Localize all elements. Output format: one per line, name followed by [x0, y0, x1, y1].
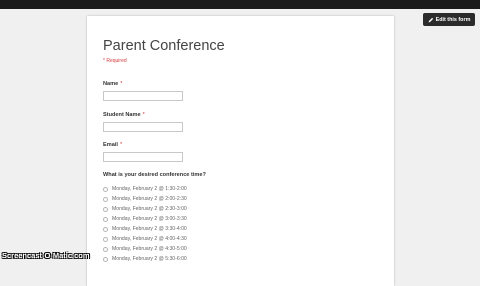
- name-label: Name *: [103, 81, 122, 87]
- radio-option[interactable]: Monday, February 2 @ 3:00-3:30: [103, 214, 187, 224]
- name-input[interactable]: [103, 91, 183, 101]
- conference-time-options: Monday, February 2 @ 1:30-2:00 Monday, F…: [103, 184, 187, 264]
- radio-button[interactable]: [103, 226, 108, 232]
- email-input[interactable]: [103, 152, 183, 162]
- radio-option-label: Monday, February 2 @ 5:30-6:00: [112, 256, 187, 262]
- radio-option-label: Monday, February 2 @ 1:30-2:00: [112, 186, 187, 192]
- required-asterisk: *: [120, 81, 123, 87]
- name-label-text: Name: [103, 81, 119, 87]
- required-asterisk: *: [119, 142, 123, 148]
- radio-option[interactable]: Monday, February 2 @ 2:00-2:30: [103, 194, 187, 204]
- radio-option-label: Monday, February 2 @ 3:30-4:00: [112, 226, 187, 232]
- edit-form-button[interactable]: Edit this form: [423, 13, 475, 26]
- email-label: Email *: [103, 142, 122, 148]
- radio-option-label: Monday, February 2 @ 4:30-5:00: [112, 246, 187, 252]
- radio-option-label: Monday, February 2 @ 4:00-4:30: [112, 236, 187, 242]
- radio-option-label: Monday, February 2 @ 3:00-3:30: [112, 216, 187, 222]
- edit-form-label: Edit this form: [435, 16, 471, 23]
- radio-button[interactable]: [103, 206, 108, 212]
- radio-button[interactable]: [103, 246, 108, 252]
- radio-button[interactable]: [103, 216, 108, 222]
- radio-option[interactable]: Monday, February 2 @ 1:30-2:00: [103, 184, 187, 194]
- required-note: * Required: [103, 58, 127, 64]
- radio-option[interactable]: Monday, February 2 @ 5:30-6:00: [103, 254, 187, 264]
- form-title: Parent Conference: [103, 38, 225, 54]
- radio-button[interactable]: [103, 256, 108, 262]
- radio-option[interactable]: Monday, February 2 @ 4:30-5:00: [103, 244, 187, 254]
- radio-button[interactable]: [103, 236, 108, 242]
- student-name-label: Student Name *: [103, 112, 145, 118]
- email-label-text: Email: [103, 142, 118, 148]
- student-name-input[interactable]: [103, 122, 183, 132]
- radio-option-label: Monday, February 2 @ 2:30-3:00: [112, 206, 187, 212]
- radio-button[interactable]: [103, 186, 108, 192]
- form-card: Parent Conference * Required Name * Stude…: [87, 16, 394, 286]
- pencil-icon: [428, 17, 433, 22]
- radio-option-label: Monday, February 2 @ 2:00-2:30: [112, 196, 187, 202]
- top-bar: [0, 0, 480, 9]
- required-asterisk: *: [142, 112, 145, 118]
- radio-option[interactable]: Monday, February 2 @ 2:30-3:00: [103, 204, 187, 214]
- radio-option[interactable]: Monday, February 2 @ 4:00-4:30: [103, 234, 187, 244]
- student-name-label-text: Student Name: [103, 112, 141, 118]
- conference-time-question: What is your desired conference time?: [103, 172, 206, 178]
- watermark: Screencast-O-Matic.com: [2, 251, 90, 260]
- radio-button[interactable]: [103, 196, 108, 202]
- radio-option[interactable]: Monday, February 2 @ 3:30-4:00: [103, 224, 187, 234]
